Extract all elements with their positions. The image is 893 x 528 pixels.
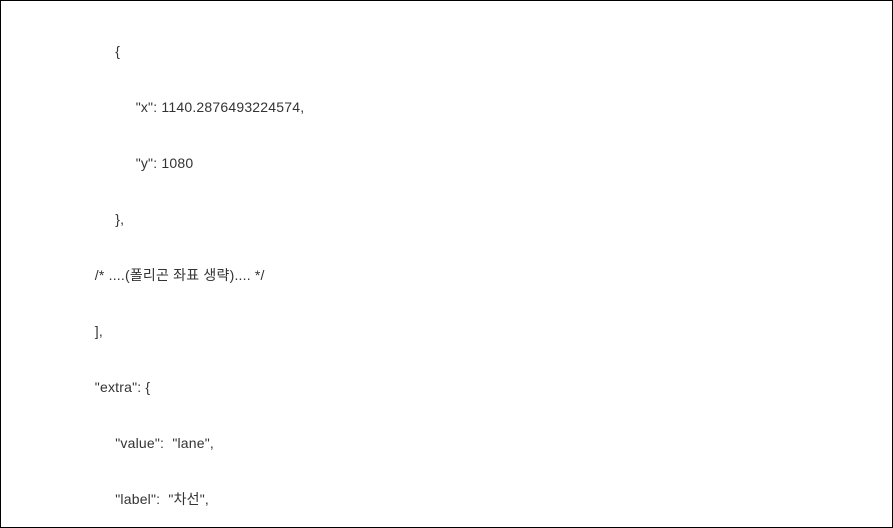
code-line: "x": 1140.2876493224574, [13,93,880,121]
code-line: "label": "차선", [13,485,880,513]
code-block: { "x": 1140.2876493224574, "y": 1080 }, … [0,0,893,528]
code-line: ], [13,317,880,345]
code-line: "y": 1080 [13,149,880,177]
code-line: /* ....(폴리곤 좌표 생략).... */ [13,261,880,289]
code-line: "value": "lane", [13,429,880,457]
code-line: }, [13,205,880,233]
code-line: { [13,37,880,65]
code-line: "extra": { [13,373,880,401]
